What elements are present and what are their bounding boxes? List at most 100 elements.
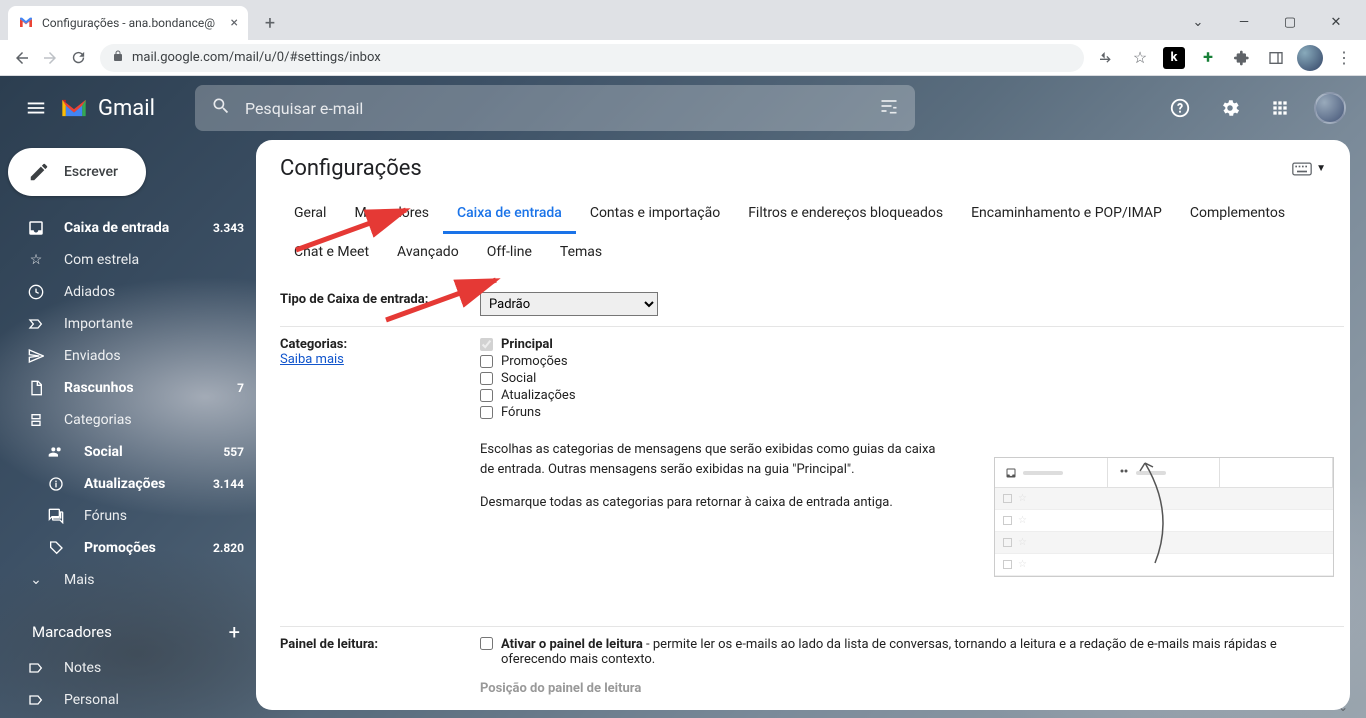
compose-button[interactable]: Escrever bbox=[8, 148, 146, 196]
back-button[interactable] bbox=[8, 44, 36, 72]
maximize-button[interactable]: ▢ bbox=[1276, 15, 1304, 30]
compose-label: Escrever bbox=[64, 164, 118, 180]
share-icon[interactable] bbox=[1092, 44, 1120, 72]
account-avatar[interactable] bbox=[1310, 88, 1350, 128]
chevron-down-icon[interactable]: ⌄ bbox=[1184, 15, 1212, 30]
minimize-button[interactable]: ― bbox=[1230, 15, 1258, 30]
profile-chrome-icon[interactable] bbox=[1296, 44, 1324, 72]
tab-temas[interactable]: Temas bbox=[546, 234, 616, 270]
reading-list-icon[interactable] bbox=[1262, 44, 1290, 72]
settings-tabs: Geral Marcadores Caixa de entrada Contas… bbox=[256, 189, 1350, 270]
categories-help: Escolhas as categorias de mensagens que … bbox=[480, 440, 940, 513]
settings-icon[interactable] bbox=[1210, 88, 1250, 128]
tab-contas[interactable]: Contas e importação bbox=[576, 195, 734, 234]
tab-offline[interactable]: Off-line bbox=[473, 234, 546, 270]
sidebar-item-starred[interactable]: ☆ Com estrela bbox=[8, 244, 256, 276]
sidebar-item-drafts[interactable]: Rascunhos 7 bbox=[8, 372, 256, 404]
input-tools-button[interactable]: ▼ bbox=[1292, 162, 1326, 176]
star-icon[interactable]: ☆ bbox=[1126, 44, 1154, 72]
category-foruns[interactable]: Fóruns bbox=[480, 405, 1344, 420]
category-checkbox[interactable] bbox=[480, 389, 493, 402]
sidebar-item-updates[interactable]: Atualizações 3.144 bbox=[8, 468, 256, 500]
reading-pane-label: Painel de leitura: bbox=[280, 637, 480, 696]
category-checkbox[interactable] bbox=[480, 355, 493, 368]
address-bar: mail.google.com/mail/u/0/#settings/inbox… bbox=[0, 40, 1366, 76]
category-label: Fóruns bbox=[501, 405, 541, 420]
sidebar-item-forums[interactable]: Fóruns bbox=[8, 500, 256, 532]
extension-k-icon[interactable]: k bbox=[1160, 44, 1188, 72]
preview-arrow-icon bbox=[1125, 453, 1185, 573]
main-menu-button[interactable] bbox=[16, 88, 56, 128]
gmail-logo[interactable]: Gmail bbox=[60, 96, 155, 121]
apps-icon[interactable] bbox=[1260, 88, 1300, 128]
chrome-menu-icon[interactable]: ⋮ bbox=[1330, 44, 1358, 72]
sidebar-item-sent[interactable]: Enviados bbox=[8, 340, 256, 372]
url-field[interactable]: mail.google.com/mail/u/0/#settings/inbox bbox=[100, 44, 1084, 72]
label-icon bbox=[26, 660, 46, 676]
close-window-button[interactable]: ✕ bbox=[1322, 15, 1350, 30]
forward-button[interactable] bbox=[36, 44, 64, 72]
settings-panel: Configurações ▼ Geral Marcadores Caixa d… bbox=[256, 140, 1350, 710]
tab-filtros[interactable]: Filtros e endereços bloqueados bbox=[734, 195, 957, 234]
tab-geral[interactable]: Geral bbox=[280, 195, 340, 234]
help-text-1: Escolhas as categorias de mensagens que … bbox=[480, 440, 940, 479]
tab-avancado[interactable]: Avançado bbox=[383, 234, 473, 270]
sidebar-item-categories[interactable]: Categorias bbox=[8, 404, 256, 436]
add-label-button[interactable]: + bbox=[229, 620, 240, 644]
category-checkbox[interactable] bbox=[480, 406, 493, 419]
category-promocoes[interactable]: Promoções bbox=[480, 354, 1344, 369]
keyboard-icon bbox=[1292, 162, 1312, 176]
tab-encaminhamento[interactable]: Encaminhamento e POP/IMAP bbox=[957, 195, 1176, 234]
reading-pane-checkbox[interactable] bbox=[480, 637, 493, 650]
sidebar-label: Importante bbox=[64, 316, 244, 332]
sidebar: Escrever Caixa de entrada 3.343 ☆ Com es… bbox=[0, 140, 256, 718]
category-atualizacoes[interactable]: Atualizações bbox=[480, 388, 1344, 403]
people-icon bbox=[46, 444, 66, 460]
sidebar-item-more[interactable]: ⌄ Mais bbox=[8, 564, 256, 596]
browser-tab[interactable]: Configurações - ana.bondance@ × bbox=[8, 6, 248, 40]
settings-title-row: Configurações ▼ bbox=[256, 140, 1350, 189]
browser-tabstrip: Configurações - ana.bondance@ × + ⌄ ― ▢ … bbox=[0, 0, 1366, 40]
clock-icon bbox=[26, 284, 46, 300]
search-options-icon[interactable] bbox=[879, 96, 899, 120]
tab-complementos[interactable]: Complementos bbox=[1176, 195, 1299, 234]
sidebar-label: Caixa de entrada bbox=[64, 220, 213, 236]
tab-chat-meet[interactable]: Chat e Meet bbox=[280, 234, 383, 270]
help-text-2: Desmarque todas as categorias para retor… bbox=[480, 493, 940, 513]
learn-more-link[interactable]: Saiba mais bbox=[280, 352, 344, 367]
inbox-icon bbox=[26, 219, 46, 237]
sidebar-item-promotions[interactable]: Promoções 2.820 bbox=[8, 532, 256, 564]
close-tab-icon[interactable]: × bbox=[231, 15, 238, 31]
category-checkbox[interactable] bbox=[480, 372, 493, 385]
sidebar-item-social[interactable]: Social 557 bbox=[8, 436, 256, 468]
sidebar-count: 557 bbox=[223, 445, 244, 459]
sidebar-item-snoozed[interactable]: Adiados bbox=[8, 276, 256, 308]
sidebar-label: Com estrela bbox=[64, 252, 244, 268]
preview-tab-empty bbox=[1220, 458, 1333, 487]
settings-content: Tipo de Caixa de entrada: Padrão Categor… bbox=[256, 270, 1350, 710]
sidebar-count: 3.343 bbox=[213, 221, 244, 235]
new-tab-button[interactable]: + bbox=[256, 9, 284, 37]
row-inbox-type: Tipo de Caixa de entrada: Padrão bbox=[280, 282, 1344, 327]
search-input[interactable] bbox=[245, 99, 879, 118]
preview-tab-primary bbox=[995, 458, 1108, 487]
category-social[interactable]: Social bbox=[480, 371, 1344, 386]
sidebar-label-personal[interactable]: Personal bbox=[8, 684, 256, 716]
sidebar-item-inbox[interactable]: Caixa de entrada 3.343 bbox=[8, 212, 256, 244]
search-box[interactable] bbox=[195, 85, 915, 131]
categories-label-col: Categorias: Saiba mais bbox=[280, 337, 480, 616]
help-icon[interactable] bbox=[1160, 88, 1200, 128]
chevron-down-icon: ⌄ bbox=[26, 572, 46, 588]
sidebar-label-notes[interactable]: Notes bbox=[8, 652, 256, 684]
sidebar-item-important[interactable]: Importante bbox=[8, 308, 256, 340]
inbox-preview: ☆ ☆ ☆ ☆ bbox=[994, 457, 1334, 577]
tab-caixa-entrada[interactable]: Caixa de entrada bbox=[443, 195, 576, 234]
tab-marcadores[interactable]: Marcadores bbox=[340, 195, 443, 234]
extensions-icon[interactable] bbox=[1228, 44, 1256, 72]
inbox-type-select[interactable]: Padrão bbox=[480, 292, 658, 316]
window-controls: ⌄ ― ▢ ✕ bbox=[1184, 15, 1366, 40]
category-principal: Principal bbox=[480, 337, 1344, 352]
reload-button[interactable] bbox=[64, 44, 92, 72]
add-extension-icon[interactable]: + bbox=[1194, 44, 1222, 72]
labels-header-text: Marcadores bbox=[32, 623, 112, 641]
